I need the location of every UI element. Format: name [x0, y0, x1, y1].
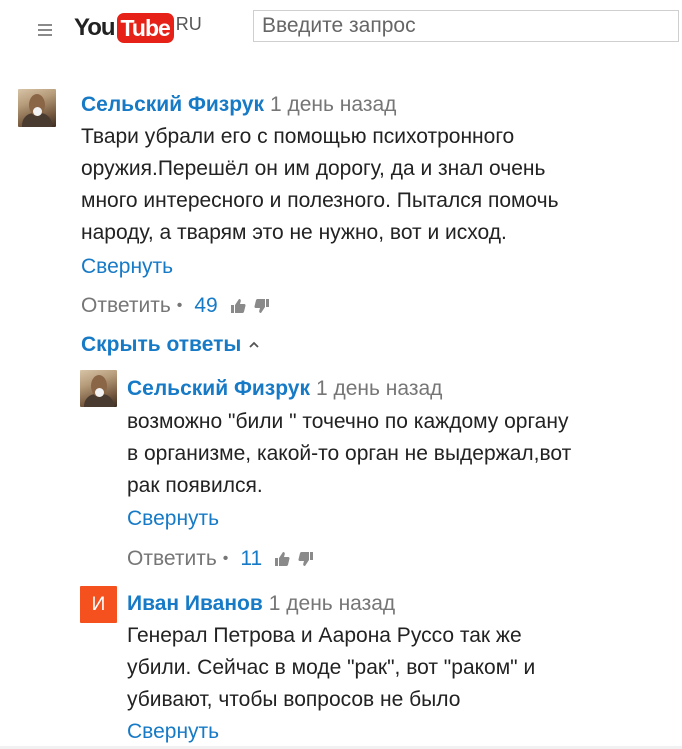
logo-you-text: You: [74, 14, 116, 41]
separator-dot: •: [222, 550, 229, 567]
reply-text-line: рак появился.: [127, 474, 263, 497]
logo-region-text: RU: [175, 14, 202, 34]
comment-actions: Ответить • 49: [81, 293, 270, 319]
hide-replies-label: Скрыть ответы: [81, 333, 242, 356]
reply-text-line: убили. Сейчас в моде "рак", вот "раком" …: [127, 656, 536, 679]
avatar[interactable]: И: [80, 586, 117, 623]
comment-time: 1 день назад: [269, 93, 397, 116]
reply-time: 1 день назад: [315, 377, 443, 400]
reply-text: Генерал Петрова и Аарона Руссо так же уб…: [127, 620, 667, 716]
chevron-up-icon: [249, 342, 259, 349]
reply-actions: Ответить • 11: [127, 546, 314, 572]
thumbs-up-icon[interactable]: [274, 551, 290, 567]
comment-text-line: народу, а тварям это не нужно, вот и исх…: [81, 221, 507, 244]
collapse-link[interactable]: Свернуть: [81, 254, 173, 280]
thumbs-down-icon[interactable]: [298, 551, 314, 567]
author-link[interactable]: Сельский Физрук: [127, 377, 310, 400]
collapse-link[interactable]: Свернуть: [127, 506, 219, 532]
reply-time: 1 день назад: [268, 592, 396, 615]
comment-text-line: оружия.Перешёл он им дорогу, да и знал о…: [81, 157, 546, 180]
comment-header: Сельский Физрук 1 день назад: [81, 92, 396, 118]
comment-text: Твари убрали его с помощью психотронного…: [81, 121, 661, 249]
reply-text-line: возможно "били " точечно по каждому орга…: [127, 410, 569, 433]
reply-text-line: убивают, чтобы вопросов не было: [127, 688, 461, 711]
author-link[interactable]: Иван Иванов: [127, 592, 263, 615]
author-link[interactable]: Сельский Физрук: [81, 93, 264, 116]
separator-dot: •: [176, 297, 183, 314]
avatar[interactable]: [80, 370, 117, 407]
reply-header: Сельский Физрук 1 день назад: [127, 376, 442, 402]
youtube-logo[interactable]: You Tube RU: [74, 11, 202, 45]
hide-replies-button[interactable]: Скрыть ответы: [81, 332, 259, 358]
avatar[interactable]: [18, 89, 56, 127]
thumbs-up-icon[interactable]: [230, 298, 246, 314]
reply-button[interactable]: Ответить: [81, 293, 171, 319]
comment-text-line: много интересного и полезного. Пытался п…: [81, 189, 559, 212]
like-count: 49: [194, 294, 218, 317]
reply-text-line: Генерал Петрова и Аарона Руссо так же: [127, 624, 522, 647]
collapse-link[interactable]: Свернуть: [127, 719, 219, 745]
like-count: 11: [240, 547, 263, 570]
reply-text: возможно "били " точечно по каждому орга…: [127, 406, 667, 502]
search-input[interactable]: [253, 10, 679, 42]
thumbs-down-icon[interactable]: [254, 298, 270, 314]
comment-text-line: Твари убрали его с помощью психотронного: [81, 125, 515, 148]
reply-button[interactable]: Ответить: [127, 546, 217, 572]
top-bar: You Tube RU: [0, 0, 682, 60]
reply-text-line: в организме, какой-то орган не выдержал,…: [127, 442, 572, 465]
logo-tube-text: Tube: [116, 13, 174, 43]
menu-icon[interactable]: [38, 24, 52, 36]
reply-header: Иван Иванов 1 день назад: [127, 591, 395, 617]
